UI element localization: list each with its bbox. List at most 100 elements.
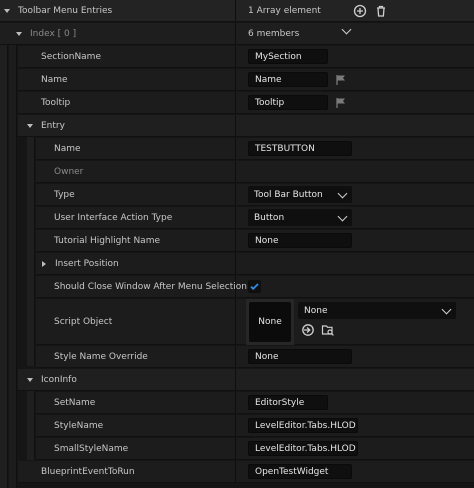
entry-name-field[interactable]: TESTBUTTON [248, 141, 352, 156]
ui-action-value-col: Button [237, 207, 474, 228]
small-style-name-col: SmallStyleName [36, 438, 236, 459]
owner-label: Owner [54, 166, 84, 177]
insert-position-name-col: Insert Position [36, 253, 236, 274]
icon-info-label: IconInfo [41, 374, 77, 385]
chevron-down-icon [337, 188, 348, 198]
icon-info-name-col: IconInfo [18, 369, 236, 390]
entry-name-row: Name TESTBUTTON [36, 138, 474, 160]
type-value-col: Tool Bar Button [237, 184, 474, 205]
expand-arrow-icon[interactable] [42, 260, 46, 267]
insert-position-row[interactable]: Insert Position [36, 253, 474, 275]
type-value: Tool Bar Button [254, 189, 323, 200]
entry-row[interactable]: Entry [18, 115, 474, 137]
tooltip-field[interactable]: Tooltip [248, 95, 328, 110]
collapse-arrow-icon[interactable] [27, 123, 33, 128]
indent-guide [27, 137, 35, 366]
set-name-col: SetName [36, 392, 236, 413]
set-name-row: SetName EditorStyle [36, 392, 474, 414]
ui-action-type-label: User Interface Action Type [54, 212, 173, 223]
style-name-value-col: LevelEditor.Tabs.HLOD [237, 415, 474, 436]
close-window-row: Should Close Window After Menu Selection [36, 276, 474, 298]
members-label: 6 members [248, 28, 300, 39]
tutorial-name-col: Tutorial Highlight Name [36, 230, 236, 251]
type-dropdown[interactable]: Tool Bar Button [248, 186, 352, 203]
tooltip-name-col: Tooltip [18, 92, 236, 113]
indent-guide [9, 45, 17, 488]
index-label: Index [ 0 ] [30, 28, 77, 39]
name-value-col: Name [237, 69, 474, 90]
tooltip-value-col: Tooltip [237, 92, 474, 113]
ui-action-type-row: User Interface Action Type Button [36, 207, 474, 229]
small-style-name-field[interactable]: LevelEditor.Tabs.HLOD [248, 441, 358, 456]
ui-action-type-value: Button [254, 212, 285, 223]
section-name-col: SectionName [18, 46, 236, 67]
tooltip-row: Tooltip Tooltip [18, 92, 474, 114]
collapse-arrow-icon[interactable] [4, 8, 10, 13]
set-name-value-col: EditorStyle [237, 392, 474, 413]
flag-icon[interactable] [335, 74, 347, 86]
script-object-thumbnail[interactable]: None [249, 302, 291, 342]
script-object-label: Script Object [54, 316, 113, 327]
name-row: Name Name [18, 69, 474, 91]
insert-position-label: Insert Position [55, 258, 119, 269]
tutorial-label: Tutorial Highlight Name [54, 235, 160, 246]
icon-info-row[interactable]: IconInfo [18, 369, 474, 391]
blueprint-event-label: BlueprintEventToRun [41, 466, 135, 477]
browse-icon[interactable] [321, 323, 335, 337]
blueprint-event-field[interactable]: OpenTestWidget [248, 464, 352, 479]
owner-row: Owner [36, 161, 474, 183]
type-label: Type [54, 189, 75, 200]
indent-guide [27, 391, 35, 460]
close-window-checkbox[interactable] [248, 280, 261, 293]
script-object-value: None [304, 305, 328, 316]
index-value-col: 6 members [237, 23, 474, 44]
style-name-field[interactable]: LevelEditor.Tabs.HLOD [248, 418, 358, 433]
tutorial-field[interactable]: None [248, 233, 352, 248]
index-row[interactable]: Index [ 0 ] 6 members [0, 23, 474, 45]
entry-name-label: Name [54, 143, 81, 154]
blueprint-event-value-col: OpenTestWidget [237, 461, 474, 482]
toolbar-menu-entries-row[interactable]: Toolbar Menu Entries 1 Array element [0, 0, 474, 22]
style-name-label: StyleName [54, 420, 104, 431]
script-object-name-col: Script Object [36, 299, 236, 344]
entry-label: Entry [41, 120, 65, 131]
section-name-field[interactable]: MySection [248, 49, 328, 64]
style-override-label: Style Name Override [54, 351, 148, 362]
script-object-picker[interactable]: None [298, 302, 456, 319]
type-name-col: Type [36, 184, 236, 205]
small-style-name-value-col: LevelEditor.Tabs.HLOD [237, 438, 474, 459]
collapse-arrow-icon[interactable] [16, 31, 22, 36]
collapse-arrow-icon[interactable] [27, 377, 33, 382]
set-name-field[interactable]: EditorStyle [248, 395, 328, 410]
chevron-down-icon [441, 304, 452, 314]
trash-icon[interactable] [374, 4, 388, 18]
header-name-col: Toolbar Menu Entries [0, 0, 236, 21]
add-element-icon[interactable] [353, 4, 367, 18]
chevron-down-icon[interactable] [341, 24, 352, 35]
flag-icon[interactable] [335, 97, 347, 109]
close-window-label: Should Close Window After Menu Selection [54, 281, 247, 292]
small-style-name-label: SmallStyleName [54, 443, 129, 454]
use-selected-icon[interactable] [301, 323, 315, 337]
style-name-col: StyleName [36, 415, 236, 436]
owner-name-col: Owner [36, 161, 236, 182]
ui-action-type-dropdown[interactable]: Button [248, 209, 352, 226]
details-panel: Toolbar Menu Entries 1 Array element Ind… [0, 0, 474, 488]
set-name-label: SetName [54, 397, 96, 408]
array-count: 1 Array element [248, 5, 321, 16]
entry-name-value-col: TESTBUTTON [237, 138, 474, 159]
style-name-row: StyleName LevelEditor.Tabs.HLOD [36, 415, 474, 437]
section-name-value-col: MySection [237, 46, 474, 67]
ui-action-name-col: User Interface Action Type [36, 207, 236, 228]
indent-guide [0, 45, 8, 488]
index-name-col: Index [ 0 ] [0, 23, 236, 44]
blueprint-event-name-col: BlueprintEventToRun [18, 461, 236, 482]
style-override-field[interactable]: None [248, 349, 352, 364]
array-title: Toolbar Menu Entries [18, 5, 113, 16]
small-style-name-row: SmallStyleName LevelEditor.Tabs.HLOD [36, 438, 474, 460]
tutorial-value-col: None [237, 230, 474, 251]
script-object-row: Script Object None None [36, 299, 474, 345]
name-field[interactable]: Name [248, 72, 328, 87]
name-label: Name [41, 74, 68, 85]
tutorial-row: Tutorial Highlight Name None [36, 230, 474, 252]
